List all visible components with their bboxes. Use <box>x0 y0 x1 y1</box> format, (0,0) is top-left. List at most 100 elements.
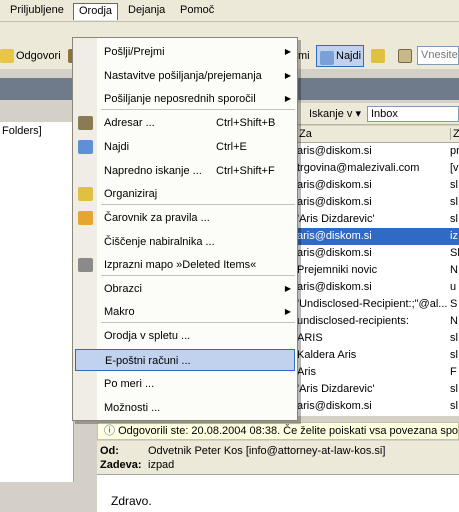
row-to: Kaldera Aris <box>297 349 357 361</box>
info-bar: ⓘ Odgovorili ste: 20.08.2004 08:38. Če ž… <box>97 422 459 440</box>
menu-item-1[interactable]: Nastavitve pošiljanja/prejemanja ▶ <box>73 65 297 87</box>
message-header: Od: Odvetnik Peter Kos [info@attorney-at… <box>97 441 459 474</box>
table-row[interactable]: aris@diskom.si pr <box>297 143 459 160</box>
menu-item-13[interactable]: E-poštni računi ... <box>75 349 295 371</box>
menu-item-label: Možnosti ... <box>104 402 161 414</box>
chevron-down-icon: ▾ <box>355 108 362 120</box>
folder-pane: Folders] <box>0 122 74 482</box>
table-row[interactable]: Kaldera Aris sl <box>297 347 459 364</box>
row-subject: sl <box>450 349 458 361</box>
row-subject: Sl <box>450 247 459 259</box>
search-input[interactable]: Vnesite <box>417 46 459 65</box>
address-book-icon[interactable] <box>398 49 412 63</box>
row-subject: sl <box>450 332 458 344</box>
table-row[interactable]: Aris F <box>297 364 459 381</box>
menu-item-2[interactable]: Pošiljanje neposrednih sporočil ▶ <box>73 88 297 110</box>
folder-field[interactable]: Inbox <box>367 106 459 122</box>
column-to[interactable]: Za <box>299 128 312 140</box>
submenu-arrow-icon: ▶ <box>284 307 291 316</box>
table-row[interactable]: aris@diskom.si u <box>297 279 459 296</box>
menu-item-5[interactable]: Napredno iskanje ... Ctrl+Shift+F <box>73 160 297 182</box>
row-to: aris@diskom.si <box>297 400 372 412</box>
menu-item-label: Makro <box>104 306 135 318</box>
row-to: undisclosed-recipients: <box>297 315 409 327</box>
table-row[interactable]: ARIS sl <box>297 330 459 347</box>
menu-item-label: Pošlji/Prejmi <box>104 46 165 58</box>
menu-item-3[interactable]: Adresar ... Ctrl+Shift+B <box>73 112 297 134</box>
menu-item-label: Čarovnik za pravila ... <box>104 212 210 224</box>
menu-priljubljene[interactable]: Priljubljene <box>5 3 69 20</box>
menu-item-label: Čiščenje nabiralnika ... <box>104 236 215 248</box>
menu-item-shortcut: Ctrl+Shift+F <box>216 165 275 177</box>
folder-label[interactable]: Folders] <box>2 125 42 137</box>
menu-dejanja[interactable]: Dejanja <box>123 3 170 20</box>
find-icon <box>78 140 93 154</box>
table-row[interactable]: aris@diskom.si sl <box>297 177 459 194</box>
menu-orodja[interactable]: Orodja <box>73 3 119 20</box>
find-button[interactable]: Najdi <box>316 45 364 67</box>
reply-button[interactable]: Odgovori <box>0 46 82 66</box>
menu-item-14[interactable]: Po meri ... <box>73 373 297 395</box>
menu-item-label: Adresar ... <box>104 117 155 129</box>
row-subject: sl <box>450 383 458 395</box>
row-to: 'Undisclosed-Recipient:;"@al... <box>297 298 447 310</box>
row-to: trgovina@malezivali.com <box>297 162 420 174</box>
row-to: aris@diskom.si <box>297 247 372 259</box>
row-to: aris@diskom.si <box>297 230 372 242</box>
row-subject: pr <box>450 145 459 157</box>
submenu-arrow-icon: ▶ <box>284 94 291 103</box>
menu-item-label: Najdi <box>104 141 130 153</box>
reply-icon <box>0 49 14 64</box>
subject-value: izpad <box>148 459 175 471</box>
table-row[interactable]: 'Aris Dizdarevic' sl <box>297 381 459 398</box>
submenu-arrow-icon: ▶ <box>284 47 291 56</box>
table-row[interactable]: aris@diskom.si iz <box>297 228 459 245</box>
organize-icon[interactable] <box>371 49 385 63</box>
subject-label: Zadeva: <box>100 459 142 471</box>
menu-item-label: Izprazni mapo »Deleted Items« <box>104 259 257 271</box>
menu-pomoc[interactable]: Pomoč <box>175 3 219 20</box>
info-icon: ⓘ <box>104 425 115 437</box>
from-value: Odvetnik Peter Kos [info@attorney-at-law… <box>148 445 386 457</box>
column-subject[interactable]: Za <box>450 128 459 140</box>
row-to: Aris <box>297 366 316 378</box>
menu-item-7[interactable]: Čarovnik za pravila ... <box>73 207 297 229</box>
menu-item-label: Organiziraj <box>104 188 158 200</box>
menu-item-4[interactable]: Najdi Ctrl+E <box>73 136 297 158</box>
row-subject: u <box>450 281 457 293</box>
menu-item-0[interactable]: Pošlji/Prejmi ▶ <box>73 41 297 63</box>
menu-item-11[interactable]: Makro ▶ <box>73 301 297 323</box>
row-subject: iz <box>450 230 458 242</box>
table-row[interactable]: aris@diskom.si sl <box>297 398 459 415</box>
table-row[interactable]: aris@diskom.si Sl <box>297 245 459 262</box>
menu-item-6[interactable]: Organiziraj <box>73 183 297 205</box>
table-row[interactable]: Prejemniki novic N <box>297 262 459 279</box>
menu-item-label: Obrazci <box>104 283 142 295</box>
message-body: Zdravo. <box>97 474 459 512</box>
table-row[interactable]: aris@diskom.si sl <box>297 194 459 211</box>
row-to: aris@diskom.si <box>297 145 372 157</box>
table-row[interactable]: 'Undisclosed-Recipient:;"@al... S <box>297 296 459 313</box>
row-subject: N <box>450 315 458 327</box>
submenu-arrow-icon: ▶ <box>284 71 291 80</box>
table-row[interactable]: 'Aris Dizdarevic' sl <box>297 211 459 228</box>
search-in-dropdown[interactable]: Iskanje v ▾ <box>309 107 361 120</box>
wizard-icon <box>78 211 93 225</box>
list-header: Za Za <box>297 126 459 143</box>
menu-item-9[interactable]: Izprazni mapo »Deleted Items« <box>73 254 297 276</box>
table-row[interactable]: undisclosed-recipients: N <box>297 313 459 330</box>
row-subject: S <box>450 298 458 310</box>
row-subject: sl <box>450 179 458 191</box>
toolbar-fragment[interactable]: mi <box>298 46 310 66</box>
menu-item-8[interactable]: Čiščenje nabiralnika ... <box>73 231 297 253</box>
table-row[interactable]: trgovina@malezivali.com [v <box>297 160 459 177</box>
menu-item-label: Pošiljanje neposrednih sporočil <box>104 93 256 105</box>
row-subject: sl <box>450 196 458 208</box>
menu-item-label: Napredno iskanje ... <box>104 165 202 177</box>
menu-item-label: Po meri ... <box>104 378 155 390</box>
menu-item-10[interactable]: Obrazci ▶ <box>73 278 297 300</box>
address-book-icon <box>78 116 93 130</box>
message-body-text: Zdravo. <box>111 494 152 508</box>
menu-item-15[interactable]: Možnosti ... <box>73 397 297 419</box>
menu-item-12[interactable]: Orodja v spletu ... <box>73 325 297 347</box>
